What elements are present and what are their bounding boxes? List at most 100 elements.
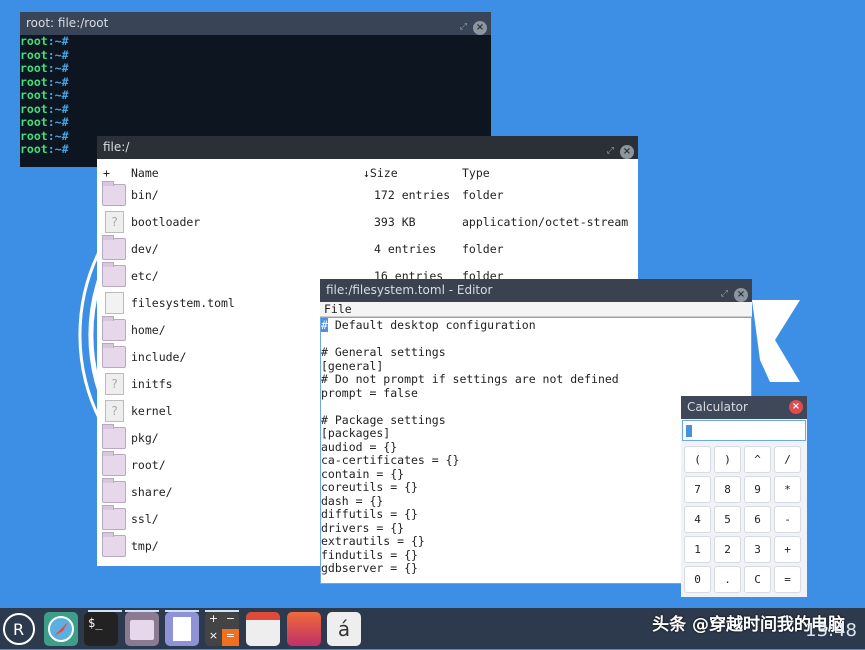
line-text: prompt = false <box>321 385 418 400</box>
redox-logo-icon[interactable]: R <box>2 612 36 646</box>
line-text: ca-certificates = {} <box>321 453 460 467</box>
folder-icon <box>102 532 126 557</box>
close-icon[interactable]: × <box>789 400 803 414</box>
calc-button[interactable]: / <box>774 446 801 473</box>
header-size[interactable]: ↓Size <box>363 166 398 180</box>
file-name: share/ <box>131 485 173 499</box>
calculator-icon[interactable]: + − × = <box>205 610 239 646</box>
character-map-icon[interactable]: á <box>327 612 361 646</box>
calc-button[interactable]: 2 <box>714 536 741 563</box>
maximize-icon[interactable]: ⤢ <box>460 16 467 39</box>
calc-button[interactable]: ) <box>714 446 741 473</box>
calc-button[interactable]: C <box>744 566 771 593</box>
file-manager-titlebar[interactable]: file:/ ⤢ × <box>97 136 638 159</box>
editor-title: file:/filesystem.toml - Editor <box>326 283 493 297</box>
calc-button[interactable]: . <box>714 566 741 593</box>
prompt-separator: : <box>47 47 55 62</box>
prompt-user: root <box>20 88 48 102</box>
header-name[interactable]: Name <box>131 166 159 180</box>
folder-icon <box>102 451 126 476</box>
editor-icon[interactable] <box>165 610 199 646</box>
calc-button[interactable]: 8 <box>714 476 741 503</box>
line-text: # General settings <box>321 345 446 359</box>
unknown-icon: ? <box>105 373 124 395</box>
folder-icon <box>102 424 126 449</box>
unknown-icon: ? <box>105 211 124 233</box>
line-text: coreutils = {} <box>321 480 418 494</box>
calc-button[interactable]: 5 <box>714 506 741 533</box>
terminal-icon[interactable]: $_ <box>84 610 122 646</box>
line-text: audiod = {} <box>321 439 398 454</box>
maximize-icon[interactable]: ⤢ <box>721 283 728 306</box>
file-manager-icon[interactable] <box>125 610 159 646</box>
file-name: etc/ <box>131 269 159 283</box>
terminal-titlebar[interactable]: root: file:/root ⤢ × <box>20 12 491 35</box>
line-text: drivers = {} <box>321 520 405 535</box>
file-name: bin/ <box>131 188 159 202</box>
editor-titlebar[interactable]: file:/filesystem.toml - Editor ⤢ × <box>320 279 752 302</box>
line-text: [general] <box>321 358 384 373</box>
editor-line: # Do not prompt if settings are not defi… <box>321 372 751 387</box>
file-name: tmp/ <box>131 539 159 553</box>
calc-button[interactable]: 3 <box>744 536 771 563</box>
line-text: extrautils = {} <box>321 534 425 548</box>
file-name: bootloader <box>131 215 201 229</box>
calc-button[interactable]: ( <box>684 446 711 473</box>
prompt-user: root <box>20 101 48 116</box>
calc-button[interactable]: = <box>774 566 801 593</box>
prompt-separator: : <box>47 128 55 143</box>
calc-button[interactable]: + <box>774 536 801 563</box>
file-size: 4 entries <box>374 242 437 256</box>
calculator-input[interactable] <box>682 420 806 441</box>
calculator-title: Calculator <box>687 400 748 414</box>
line-text: dash = {} <box>321 493 384 508</box>
folder-icon <box>102 235 126 260</box>
file-name: pkg/ <box>131 431 159 445</box>
close-icon[interactable]: × <box>473 20 487 35</box>
calendar-icon[interactable] <box>246 612 280 646</box>
calc-button[interactable]: 0 <box>684 566 711 593</box>
file-name: ssl/ <box>131 512 159 526</box>
prompt-path: ~# <box>54 115 69 129</box>
close-icon[interactable]: × <box>620 144 634 159</box>
calc-button[interactable]: 7 <box>684 476 711 503</box>
menu-file[interactable]: File <box>320 302 752 317</box>
close-icon[interactable]: × <box>734 287 748 302</box>
calc-button[interactable]: 4 <box>684 506 711 533</box>
terminal-line: root:~# <box>20 101 491 117</box>
line-text: Default desktop configuration <box>327 318 536 332</box>
editor-line: [general] <box>321 358 751 374</box>
prompt-user: root <box>20 142 48 156</box>
prompt-separator: : <box>47 115 55 129</box>
calc-button[interactable]: 6 <box>744 506 771 533</box>
line-text: gdbserver = {} <box>321 561 418 575</box>
file-name: home/ <box>131 323 166 337</box>
calc-button[interactable]: ^ <box>744 446 771 473</box>
prompt-path: ~# <box>54 34 69 48</box>
calc-button[interactable]: * <box>774 476 801 503</box>
browser-icon[interactable] <box>44 612 78 646</box>
image-viewer-icon[interactable] <box>287 612 321 646</box>
svg-text:R: R <box>13 620 24 639</box>
text-cursor: # <box>321 318 328 332</box>
file-size: 172 entries <box>374 188 451 202</box>
line-text: diffutils = {} <box>321 507 418 521</box>
calc-button[interactable]: 1 <box>684 536 711 563</box>
prompt-path: ~# <box>54 88 69 102</box>
prompt-user: root <box>20 74 48 89</box>
terminal-line: root:~# <box>20 88 491 103</box>
calculator-titlebar[interactable]: Calculator × <box>681 396 807 419</box>
calc-button[interactable]: - <box>774 506 801 533</box>
prompt-path: ~# <box>54 61 69 75</box>
file-name: initfs <box>131 377 173 391</box>
header-type[interactable]: Type <box>462 166 490 180</box>
maximize-icon[interactable]: ⤢ <box>607 140 614 163</box>
calculator-window[interactable]: Calculator × () ^/ 7 8 9 * 4 5 6- 1 2 3 +0. C = <box>681 396 807 597</box>
folder-icon <box>102 343 126 368</box>
calc-button[interactable]: 9 <box>744 476 771 503</box>
folder-icon <box>102 316 126 341</box>
line-text: # Do not prompt if settings are not defi… <box>321 372 619 386</box>
editor-line: # General settings <box>321 345 751 360</box>
prompt-user: root <box>20 61 48 75</box>
